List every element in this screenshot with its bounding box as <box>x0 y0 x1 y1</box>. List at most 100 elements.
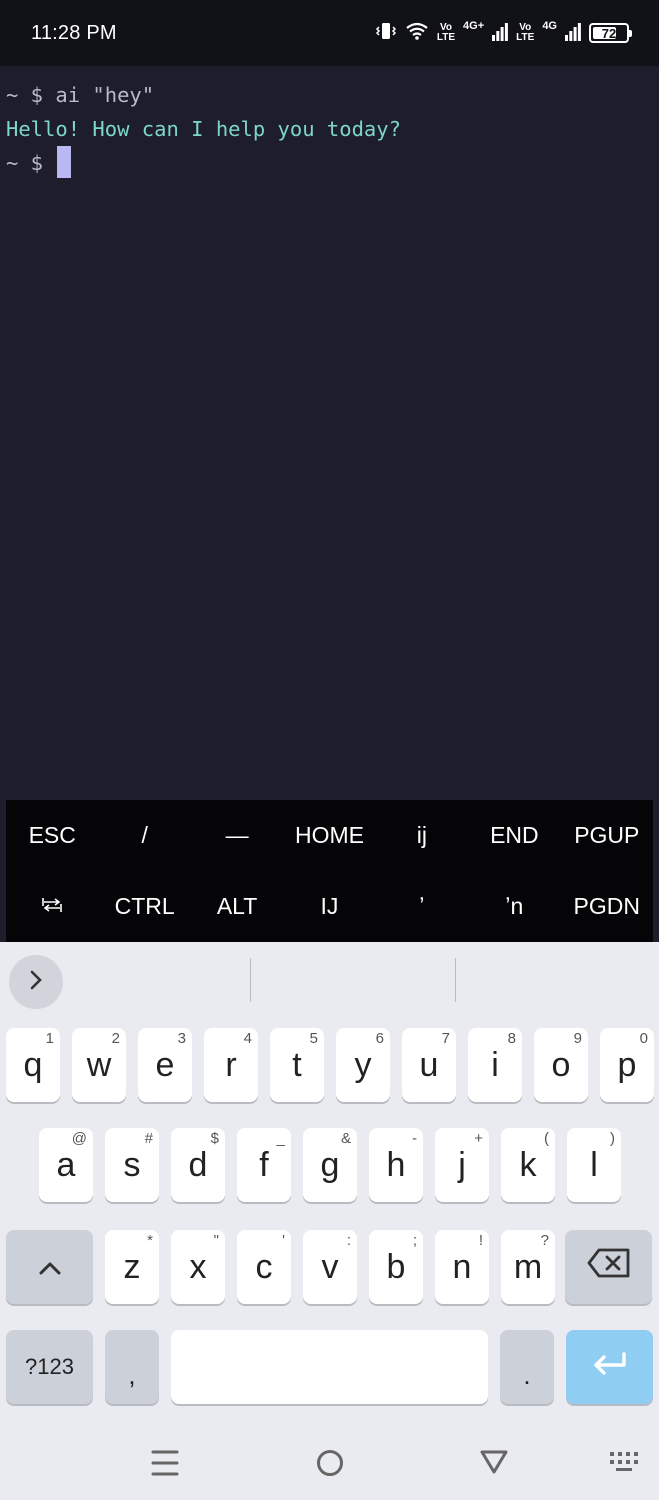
key-b[interactable]: ; b <box>369 1230 423 1304</box>
key-hint: & <box>340 1130 351 1147</box>
key-k[interactable]: (k <box>501 1128 555 1202</box>
key-y[interactable]: 6y <box>336 1028 390 1102</box>
volte-label-2: Vo LTE <box>516 22 535 43</box>
key-hint: _ <box>276 1130 285 1147</box>
key-letter: d <box>188 1145 208 1184</box>
extra-key-apostrophe-n[interactable]: ʼn <box>468 871 560 942</box>
suggestion-divider <box>455 958 456 1002</box>
extra-key-tab[interactable] <box>6 871 98 942</box>
extra-key-end[interactable]: END <box>468 800 560 871</box>
key-letter: g <box>320 1145 340 1184</box>
extra-key-alt[interactable]: ALT <box>191 871 283 942</box>
key-hint: - <box>412 1130 417 1147</box>
terminal-view[interactable]: ~ $ ai "hey" Hello! How can I help you t… <box>0 66 659 800</box>
key-hint: 3 <box>177 1030 186 1047</box>
key-l[interactable]: ) l <box>567 1128 621 1202</box>
key-j[interactable]: + j <box>435 1128 489 1202</box>
status-bar: 11:28 PM Vo LTE 4G+ Vo LTE 4G 72 <box>0 0 659 66</box>
key-r[interactable]: 4r <box>204 1028 258 1102</box>
extra-key-slash[interactable]: / <box>98 800 190 871</box>
key-w[interactable]: 2w <box>72 1028 126 1102</box>
key-letter: e <box>155 1045 175 1084</box>
soft-keyboard: ?123 , . 1 q 2 w 3 e 4 r 5 t 6 y 7 u 8 i 9 o 0 p @ a # s $ d _ f & g -… <box>0 942 659 1500</box>
extra-key-apostrophe[interactable]: ʼ <box>376 871 468 942</box>
key-letter: s <box>123 1145 141 1184</box>
key-letter: b <box>386 1247 406 1286</box>
key-d[interactable]: $ d <box>171 1128 225 1202</box>
key-s[interactable]: # s <box>105 1128 159 1202</box>
key-hint: 4 <box>243 1030 252 1047</box>
key-letter: y <box>354 1045 372 1084</box>
keyboard-switch-icon[interactable] <box>608 1446 644 1485</box>
key-t[interactable]: 5t <box>270 1028 324 1102</box>
extra-key-home[interactable]: HOME <box>283 800 375 871</box>
extra-key-dash[interactable]: — <box>191 800 283 871</box>
key-x[interactable]: " x <box>171 1230 225 1304</box>
key-letter: l <box>590 1145 598 1184</box>
key-f[interactable]: _ f <box>237 1128 291 1202</box>
key-hint: 6 <box>375 1030 384 1047</box>
key-a[interactable]: @ a <box>39 1128 93 1202</box>
extra-key-pgup[interactable]: PGUP <box>561 800 653 871</box>
key-hint: * <box>147 1232 153 1249</box>
key-hint: ) <box>610 1130 615 1147</box>
key-letter: q <box>23 1045 43 1084</box>
volte-label-1: Vo LTE <box>436 22 456 43</box>
navigation-bar <box>0 1428 659 1500</box>
home-icon[interactable] <box>315 1446 345 1485</box>
terminal-output: Hello! How can I help you today? <box>6 117 401 141</box>
terminal-line: Hello! How can I help you today? <box>6 112 653 146</box>
key-hint: ? <box>540 1232 549 1249</box>
enter-key[interactable] <box>566 1330 653 1404</box>
key-n[interactable]: ! n <box>435 1230 489 1304</box>
shift-key[interactable] <box>6 1230 93 1304</box>
key-m[interactable]: ? m <box>501 1230 555 1304</box>
key-p[interactable]: 0p <box>600 1028 654 1102</box>
extra-key-esc[interactable]: ESC <box>6 800 98 871</box>
toolbar-expand-button[interactable] <box>9 955 63 1009</box>
key-letter: w <box>86 1045 112 1084</box>
key-c[interactable]: ' c <box>237 1230 291 1304</box>
key-letter: r <box>225 1045 237 1084</box>
key-e[interactable]: 3e <box>138 1028 192 1102</box>
extra-key-ij[interactable]: ij <box>376 800 468 871</box>
key-v[interactable]: :v <box>303 1230 357 1304</box>
key-letter: m <box>513 1247 543 1286</box>
key-hint: $ <box>210 1130 219 1147</box>
key-hint: 8 <box>507 1030 516 1047</box>
key-hint: 0 <box>639 1030 648 1047</box>
key-i[interactable]: 8i <box>468 1028 522 1102</box>
shift-icon <box>36 1248 64 1287</box>
extra-key-pgdn[interactable]: PGDN <box>561 871 653 942</box>
key-letter: z <box>123 1247 141 1286</box>
key-letter: j <box>458 1145 466 1184</box>
space-bar[interactable] <box>171 1330 488 1404</box>
status-icons: Vo LTE 4G+ Vo LTE 4G 72 <box>375 18 632 48</box>
key-o[interactable]: 9o <box>534 1028 588 1102</box>
chevron-right-icon <box>26 968 46 997</box>
extra-key-ctrl[interactable]: CTRL <box>98 871 190 942</box>
terminal-prompt: ~ $ <box>6 151 44 175</box>
key-letter: h <box>386 1145 406 1184</box>
wifi-icon <box>405 21 429 46</box>
key-u[interactable]: 7u <box>402 1028 456 1102</box>
comma-key[interactable]: , <box>105 1330 159 1404</box>
backspace-key[interactable] <box>565 1230 652 1304</box>
suggestion-divider <box>250 958 251 1002</box>
battery-percent: 72 <box>601 25 617 41</box>
key-hint: ' <box>282 1232 285 1249</box>
key-hint: " <box>213 1232 219 1249</box>
symbols-key[interactable]: ?123 <box>6 1330 93 1404</box>
period-key[interactable]: . <box>500 1330 554 1404</box>
vibrate-icon <box>375 20 397 47</box>
key-h[interactable]: -h <box>369 1128 423 1202</box>
key-z[interactable]: * z <box>105 1230 159 1304</box>
terminal-cursor <box>57 146 72 178</box>
menu-icon[interactable] <box>150 1446 180 1485</box>
key-q[interactable]: 1q <box>6 1028 60 1102</box>
key-letter: a <box>56 1145 76 1184</box>
key-g[interactable]: & g <box>303 1128 357 1202</box>
back-icon[interactable] <box>478 1446 510 1485</box>
key-letter: i <box>491 1045 499 1084</box>
extra-key-IJ[interactable]: IJ <box>283 871 375 942</box>
